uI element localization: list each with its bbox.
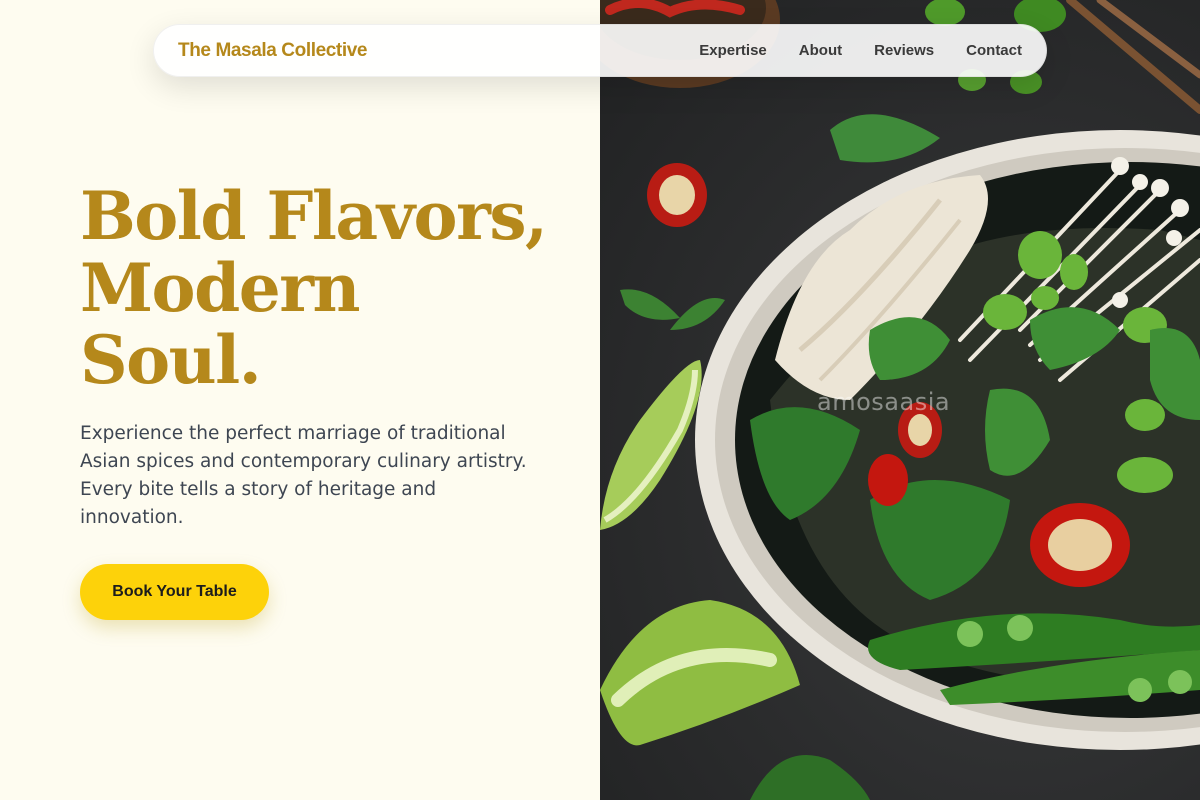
image-watermark: amosaasia [817,388,951,416]
hero-food-image: amosaasia [600,0,1200,800]
book-table-button[interactable]: Book Your Table [80,564,269,620]
brand-logo[interactable]: The Masala Collective [178,40,367,62]
nav-link-contact[interactable]: Contact [966,42,1022,59]
nav-link-about[interactable]: About [799,42,842,59]
nav-links: Expertise About Reviews Contact [699,42,1022,59]
top-navigation: The Masala Collective Expertise About Re… [153,24,1047,77]
hero-headline: Bold Flavors, Modern Soul. [80,177,548,399]
nav-link-expertise[interactable]: Expertise [699,42,767,59]
headline-line-3: Soul. [80,321,262,399]
lime-wedge [600,360,702,530]
chopsticks [1066,0,1200,114]
headline-line-1: Bold Flavors, [80,177,548,255]
nav-link-reviews[interactable]: Reviews [874,42,934,59]
headline-line-2: Modern [80,249,360,327]
hero-description: Experience the perfect marriage of tradi… [80,423,527,528]
